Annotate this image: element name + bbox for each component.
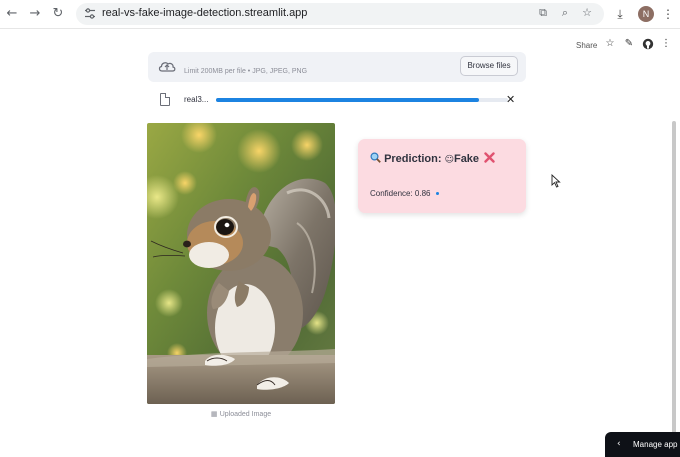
- confidence-label: Confidence: 0.86: [370, 189, 431, 198]
- prediction-value: Fake: [453, 153, 480, 165]
- image-caption-text: Uploaded Image: [219, 411, 272, 418]
- cross-mark-icon: [484, 152, 495, 163]
- uploaded-image: [147, 123, 335, 404]
- profile-avatar[interactable]: N: [638, 6, 654, 22]
- mouse-cursor-icon: [551, 174, 561, 188]
- share-button[interactable]: Share: [576, 41, 597, 50]
- file-icon: [160, 93, 170, 106]
- upload-limit-text: Limit 200MB per file • JPG, JPEG, PNG: [184, 68, 308, 75]
- install-app-icon[interactable]: ⧉: [536, 6, 550, 20]
- address-bar[interactable]: real-vs-fake-image-detection.streamlit.a…: [76, 3, 604, 25]
- file-uploader-dropzone[interactable]: Limit 200MB per file • JPG, JPEG, PNG Br…: [148, 52, 526, 82]
- magnifier-icon: [370, 152, 381, 163]
- manage-app-label: Manage app: [633, 440, 678, 449]
- download-icon[interactable]: ⤓: [612, 6, 628, 22]
- manage-app-button[interactable]: ‹ Manage app: [605, 432, 680, 457]
- uploaded-file-name: real3...: [184, 95, 209, 104]
- browse-files-button[interactable]: Browse files: [460, 56, 518, 76]
- upload-cloud-icon: [158, 62, 176, 72]
- reload-icon[interactable]: ↻: [50, 6, 66, 22]
- robot-icon: ☺: [444, 155, 454, 165]
- star-icon[interactable]: ☆: [604, 38, 616, 50]
- prediction-result-card: Prediction: ☺Fake Confidence: 0.86: [358, 139, 526, 213]
- page-scrollbar[interactable]: [668, 29, 680, 457]
- uploaded-file-row: real3... ✕: [148, 90, 526, 110]
- edit-pencil-icon[interactable]: ✎: [623, 38, 635, 50]
- site-settings-icon[interactable]: [84, 7, 96, 20]
- prediction-label: Prediction:: [384, 153, 442, 165]
- url-text[interactable]: real-vs-fake-image-detection.streamlit.a…: [102, 7, 307, 19]
- zoom-icon[interactable]: ⌕: [558, 6, 572, 20]
- scroll-thumb[interactable]: [672, 121, 676, 451]
- prediction-heading: Prediction: ☺Fake: [370, 152, 495, 165]
- confidence-dot: [435, 192, 439, 196]
- browser-toolbar: ← → ↻ real-vs-fake-image-detection.strea…: [0, 0, 680, 29]
- chevron-left-icon: ‹: [617, 439, 621, 449]
- upload-progress-fill: [216, 98, 479, 102]
- image-caption: ▦ Uploaded Image: [147, 410, 335, 418]
- bookmark-star-icon[interactable]: ☆: [580, 6, 594, 20]
- remove-file-close-icon[interactable]: ✕: [506, 93, 515, 106]
- confidence-text: Confidence: 0.86: [370, 189, 439, 198]
- image-frame-icon: ▦: [210, 410, 220, 418]
- back-arrow-icon[interactable]: ←: [4, 6, 20, 22]
- browser-menu-icon[interactable]: ⋮: [660, 6, 676, 22]
- github-icon[interactable]: [642, 38, 654, 50]
- upload-progress-bar: [216, 98, 508, 102]
- squirrel-photo-illustration: [147, 123, 335, 404]
- forward-arrow-icon[interactable]: →: [27, 6, 43, 22]
